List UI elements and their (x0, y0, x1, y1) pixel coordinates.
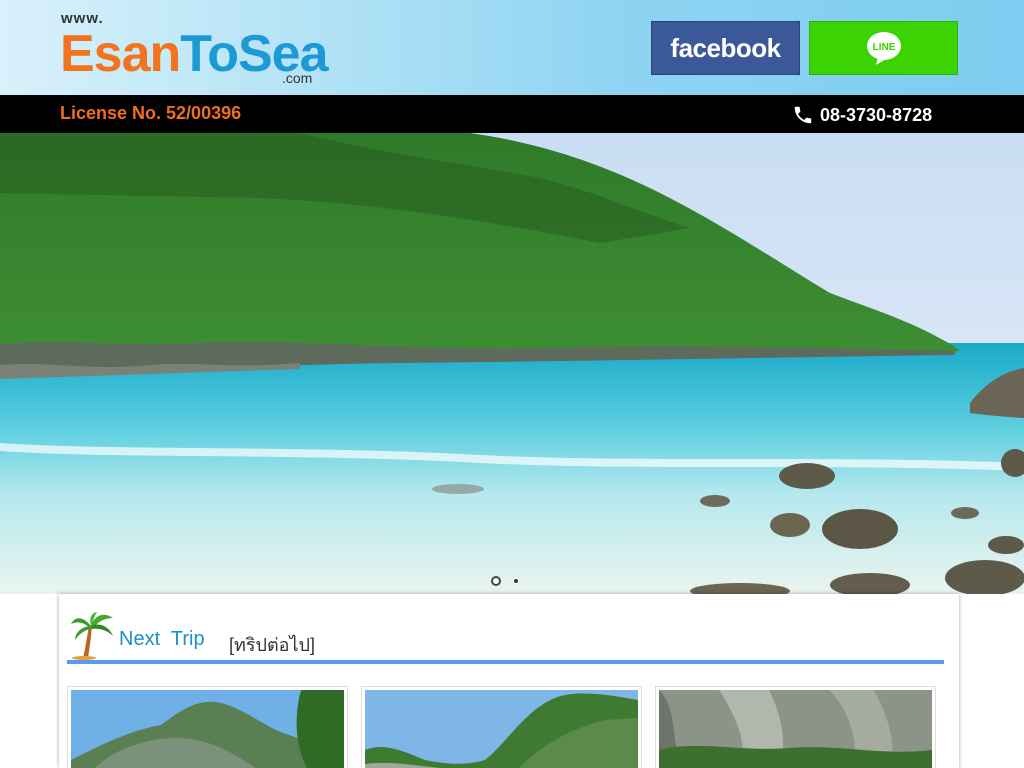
section-title-thai: [ทริปต่อไป] (229, 635, 315, 655)
section-header: Next Trip [ทริปต่อไป] (69, 612, 945, 660)
logo-com: .com (282, 70, 313, 86)
slider-dot-2[interactable] (513, 578, 519, 584)
palm-tree-icon (71, 612, 113, 660)
hero-beach-image (0, 133, 1024, 594)
section-divider (67, 660, 944, 664)
license-number: License No. 52/00396 (60, 103, 242, 123)
site-header: www. EsanToSea .com facebook LINE (0, 0, 1024, 95)
next-trip-section: Next Trip [ทริปต่อไป] (59, 594, 959, 768)
trip-card-2[interactable] (361, 686, 642, 768)
facebook-button[interactable]: facebook (651, 21, 800, 75)
section-title: Next Trip (119, 628, 205, 650)
phone-icon (794, 106, 812, 124)
hero-slider[interactable] (0, 133, 1024, 594)
trip-image-2 (365, 690, 638, 768)
line-button[interactable]: LINE (809, 21, 958, 75)
slider-dot-1[interactable] (491, 576, 501, 586)
line-icon: LINE (866, 32, 901, 65)
phone-number: 08-3730-8728 (820, 104, 933, 125)
trip-image-3 (659, 690, 932, 768)
slider-pagination (491, 576, 519, 586)
logo-esan: Esan (60, 25, 181, 83)
trip-card-1[interactable] (67, 686, 348, 768)
line-label: LINE (872, 42, 895, 53)
facebook-label: facebook (670, 33, 781, 63)
info-bar: License No. 52/00396 08-3730-8728 (0, 95, 1024, 133)
phone-contact[interactable]: 08-3730-8728 (792, 104, 932, 126)
trip-image-1 (71, 690, 344, 768)
trip-card-3[interactable] (655, 686, 936, 768)
site-logo[interactable]: www. EsanToSea .com (60, 10, 330, 88)
